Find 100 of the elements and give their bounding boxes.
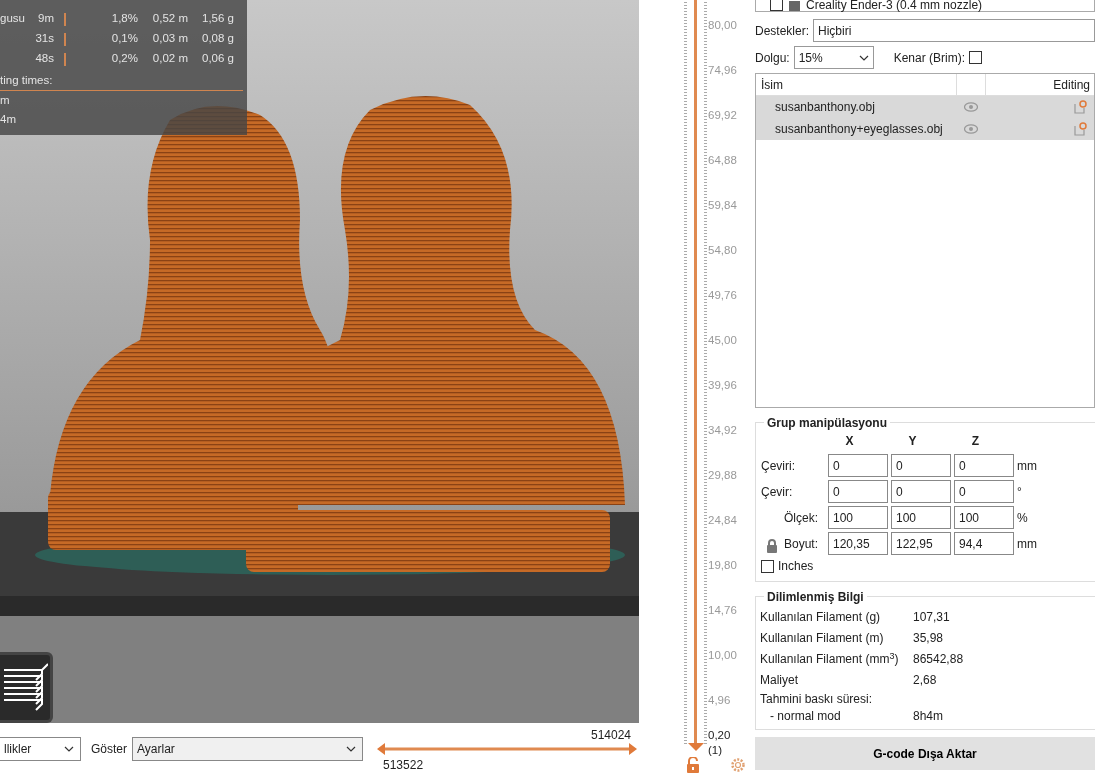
- axis-label: X: [844, 433, 855, 450]
- info-label: Kullanılan Filament (m): [760, 630, 885, 647]
- legend-length: 0,52 m: [151, 11, 188, 27]
- show-label: Göster: [91, 741, 127, 758]
- info-label: Kullanılan Filament (mm$^{3}$): [760, 649, 900, 668]
- info-label: Kullanılan Filament (g): [760, 609, 882, 626]
- object-row[interactable]: susanbanthony.obj: [756, 96, 1094, 118]
- export-button[interactable]: G-code Dışa Aktar: [755, 737, 1095, 770]
- axis-label: Y: [907, 433, 918, 450]
- caret-icon: [64, 746, 74, 752]
- info-label: Maliyet: [760, 672, 799, 689]
- field-label: Boyut:: [784, 535, 820, 553]
- tick-label: 45,00: [708, 333, 737, 348]
- layer-number-label: (1): [708, 743, 724, 758]
- infill-dropdown[interactable]: 15%: [793, 46, 874, 69]
- range-lower-label: 513522: [383, 757, 424, 774]
- lock-icon[interactable]: [766, 539, 778, 553]
- number-field[interactable]: 0: [891, 454, 951, 477]
- tick-label: 80,00: [708, 18, 737, 33]
- tick-label: 69,92: [708, 108, 737, 123]
- printer-icon: [789, 1, 800, 11]
- info-value: 86542,88: [913, 651, 965, 668]
- eye-icon[interactable]: [964, 124, 978, 134]
- number-field[interactable]: 120,35: [828, 532, 888, 555]
- unit-label: mm: [1017, 457, 1038, 475]
- tick-label: 64,88: [708, 153, 737, 168]
- edit-icon[interactable]: [1074, 122, 1087, 136]
- info-value: 2,68: [913, 672, 938, 689]
- number-field[interactable]: 0: [954, 454, 1014, 477]
- column-header: Editing: [1052, 77, 1091, 94]
- column-header: İsim: [760, 77, 784, 94]
- field-label: Çeviri:: [761, 457, 796, 475]
- tick-label: 24,84: [708, 513, 737, 528]
- field-label: Ölçek:: [784, 509, 819, 527]
- object-row[interactable]: susanbanthony+eyeglasses.obj: [756, 118, 1094, 140]
- tick-label: 49,76: [708, 288, 737, 303]
- tick-label: 4,96: [708, 693, 732, 708]
- legend-percent: 0,1%: [110, 31, 138, 47]
- brim-checkbox[interactable]: [969, 51, 983, 64]
- axis-label: Z: [970, 433, 981, 450]
- tick-label: 54,80: [708, 243, 737, 258]
- printer-label: Creality Ender-3 (0.4 mm nozzle): [806, 0, 983, 11]
- tick-label: 34,92: [708, 423, 737, 438]
- info-label: Tahmini baskı süresi:: [760, 691, 874, 706]
- infill-label: Dolgu:: [755, 49, 790, 67]
- inches-checkbox[interactable]: [761, 559, 774, 573]
- number-field[interactable]: 0: [828, 454, 888, 477]
- tick-label: 10,00: [708, 648, 737, 663]
- layers-button[interactable]: [0, 652, 53, 723]
- caret-icon: [858, 54, 869, 61]
- legend-heading: ting times:: [0, 69, 243, 91]
- brim-label: Kenar (Brim):: [893, 49, 966, 67]
- range-upper-label: 514024: [590, 727, 631, 744]
- info-value: 8h4m: [913, 708, 945, 725]
- legend-length: 0,03 m: [151, 31, 188, 47]
- tick-label: 59,84: [708, 198, 737, 213]
- legend-time: 4m: [0, 112, 17, 127]
- number-field[interactable]: 100: [828, 506, 888, 529]
- unit-label: mm: [1017, 535, 1038, 553]
- legend-weight: 1,56 g: [201, 11, 234, 27]
- field-label: Çevir:: [761, 483, 794, 501]
- legend-time: 31s: [34, 31, 54, 47]
- tick-label: 39,96: [708, 378, 737, 393]
- number-field[interactable]: 100: [954, 506, 1014, 529]
- legend-weight: 0,08 g: [201, 31, 234, 47]
- supports-field[interactable]: Hiçbiri: [813, 19, 1095, 42]
- range-slider[interactable]: [377, 742, 637, 756]
- unit-label: °: [1017, 483, 1023, 501]
- number-field[interactable]: 0: [954, 480, 1014, 503]
- tick-label: 74,96: [708, 63, 737, 78]
- legend-time: 9m: [37, 11, 54, 27]
- info-value: 107,31: [913, 609, 951, 626]
- settings-icon[interactable]: [730, 757, 746, 773]
- lock-icon[interactable]: [686, 757, 700, 773]
- legend-percent: 0,2%: [110, 51, 138, 67]
- eye-icon[interactable]: [964, 102, 978, 112]
- inches-label: Inches: [778, 558, 814, 575]
- number-field[interactable]: 0: [828, 480, 888, 503]
- view-dropdown[interactable]: llikler: [0, 737, 81, 761]
- number-field[interactable]: 100: [891, 506, 951, 529]
- legend-label: gusu: [0, 11, 26, 27]
- info-label: - normal mod: [769, 708, 842, 725]
- checkbox[interactable]: [770, 0, 783, 11]
- legend-time: 48s: [34, 51, 54, 67]
- legend-percent: 1,8%: [110, 11, 138, 27]
- legend-length: 0,02 m: [151, 51, 188, 67]
- edit-icon[interactable]: [1074, 100, 1087, 114]
- number-field[interactable]: 122,95: [891, 532, 951, 555]
- layer-height-label: 0,20: [708, 728, 731, 743]
- show-dropdown[interactable]: Ayarlar: [132, 737, 363, 761]
- info-value: 35,98: [913, 630, 945, 647]
- supports-label: Destekler:: [755, 22, 810, 40]
- number-field[interactable]: 0: [891, 480, 951, 503]
- legend-time: m: [0, 93, 11, 108]
- caret-icon: [346, 746, 356, 752]
- unit-label: %: [1017, 509, 1029, 527]
- tick-label: 19,80: [708, 558, 737, 573]
- tick-label: 14,76: [708, 603, 737, 618]
- tick-label: 29,88: [708, 468, 737, 483]
- number-field[interactable]: 94,4: [954, 532, 1014, 555]
